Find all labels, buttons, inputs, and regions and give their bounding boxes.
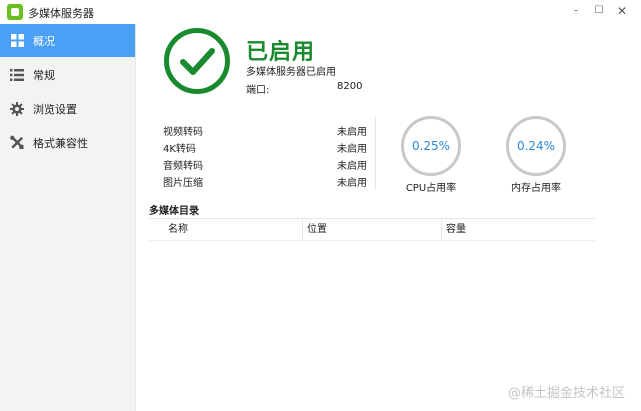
- sidebar-item-label: 格式兼容性: [33, 136, 88, 150]
- feature-label: 图片压缩: [163, 178, 203, 189]
- port-value: 8200: [337, 81, 363, 92]
- feature-label: 视频转码: [163, 127, 203, 138]
- feature-status: 未启用: [337, 161, 367, 172]
- tools-icon: [10, 135, 24, 150]
- port-label: 端口:: [246, 85, 270, 96]
- cpu-usage-label: CPU占用率: [405, 183, 457, 194]
- sidebar-item-label: 常规: [33, 68, 55, 82]
- sidebar-item-browse-settings[interactable]: 浏览设置: [0, 92, 135, 125]
- feature-status: 未启用: [337, 127, 367, 138]
- sidebar: 概况 常规 浏览设置 格式兼容性: [0, 24, 135, 411]
- status-title: 已启用: [246, 40, 316, 65]
- media-dirs-table-header: 名称 位置 容量: [149, 219, 595, 240]
- sidebar-item-label: 概况: [33, 34, 55, 48]
- window-title: 多媒体服务器: [28, 7, 94, 20]
- feature-status: 未启用: [337, 178, 367, 189]
- memory-usage-gauge: 0.24%: [506, 116, 566, 176]
- feature-status: 未启用: [337, 144, 367, 155]
- column-header-capacity[interactable]: 容量: [441, 219, 595, 240]
- sidebar-item-overview[interactable]: 概况: [0, 24, 135, 57]
- column-header-location[interactable]: 位置: [302, 219, 441, 240]
- sidebar-divider: [135, 24, 136, 411]
- status-subtitle: 多媒体服务器已启用: [246, 67, 336, 78]
- list-icon: [10, 68, 24, 82]
- close-button[interactable]: ✕: [609, 2, 635, 20]
- cpu-usage-value: 0.25%: [411, 139, 451, 153]
- feature-label: 4K转码: [163, 144, 196, 155]
- sidebar-item-format-compat[interactable]: 格式兼容性: [0, 126, 135, 159]
- table-header-underline: [149, 240, 595, 241]
- app-logo-icon: [7, 4, 23, 20]
- feature-label: 音频转码: [163, 161, 203, 172]
- status-indicator: [164, 28, 230, 94]
- watermark: @稀土掘金技术社区: [508, 386, 626, 401]
- memory-usage-label: 内存占用率: [511, 183, 561, 194]
- memory-usage-value: 0.24%: [516, 139, 556, 153]
- grid-icon: [10, 34, 24, 48]
- column-header-name[interactable]: 名称: [163, 219, 302, 240]
- stats-divider: [375, 116, 376, 190]
- checkmark-icon: [180, 48, 215, 75]
- media-dirs-title: 多媒体目录: [149, 206, 199, 217]
- gear-icon: [10, 101, 24, 116]
- cpu-usage-gauge: 0.25%: [401, 116, 461, 176]
- title-bar: 多媒体服务器 – ☐ ✕: [0, 0, 641, 24]
- sidebar-item-label: 浏览设置: [33, 102, 77, 116]
- sidebar-item-general[interactable]: 常规: [0, 58, 135, 91]
